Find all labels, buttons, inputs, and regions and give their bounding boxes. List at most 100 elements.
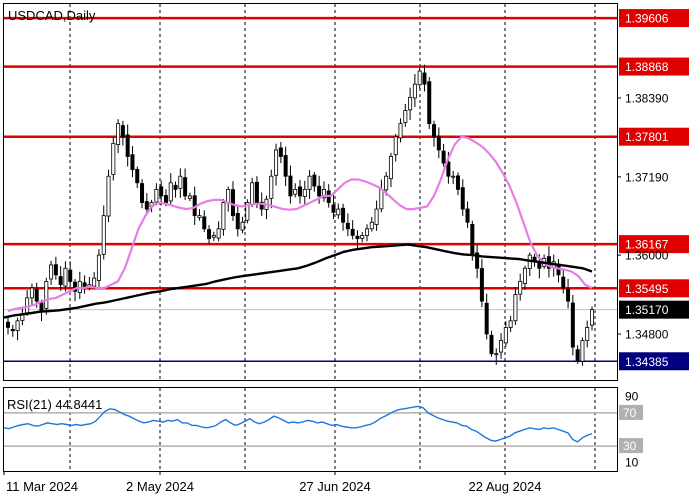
rsi-scale-label: 10 [625, 456, 639, 470]
bull-candle [503, 327, 508, 344]
bear-candle [465, 208, 470, 223]
bear-candle [159, 186, 164, 197]
bear-candle [10, 329, 15, 332]
bear-candle [173, 184, 178, 190]
x-tick-label: 27 Jun 2024 [299, 479, 371, 494]
bear-candle [432, 124, 437, 138]
bull-candle [499, 340, 504, 353]
bear-candle [570, 302, 575, 348]
bull-candle [269, 175, 274, 199]
rsi-title: RSI(21) 44.8441 [7, 397, 102, 412]
y-tick-label: 1.34800 [625, 327, 669, 341]
bear-candle [125, 134, 130, 157]
bear-candle [6, 321, 11, 328]
bull-candle [336, 208, 341, 216]
bull-candle [360, 234, 365, 239]
bull-candle [379, 188, 384, 210]
bull-candle [412, 83, 417, 99]
bear-candle [331, 204, 336, 213]
bull-candle [388, 156, 393, 180]
bull-candle [25, 297, 30, 314]
y-tick-label: 1.36000 [625, 249, 669, 263]
rsi-level-label: 30 [623, 439, 637, 453]
bear-candle [163, 195, 168, 203]
bear-candle [436, 135, 441, 151]
chart-title: USDCAD,Daily [8, 8, 96, 23]
bull-candle [216, 228, 221, 239]
level-label: 1.39606 [625, 12, 669, 26]
bear-candle [283, 155, 288, 177]
bear-candle [297, 186, 302, 197]
bear-candle [345, 222, 350, 230]
level-label: 1.38868 [625, 60, 669, 74]
bull-candle [417, 70, 422, 86]
bull-candle [518, 280, 523, 295]
bear-candle [470, 224, 475, 256]
bear-candle [53, 264, 58, 276]
bear-candle [130, 154, 135, 171]
bull-candle [116, 123, 121, 145]
bear-candle [202, 216, 207, 230]
bull-candle [508, 320, 513, 328]
y-tick-label: 1.37190 [625, 170, 669, 184]
bear-candle [427, 81, 432, 125]
bull-candle [451, 175, 456, 178]
bull-candle [101, 215, 106, 255]
bull-candle [494, 353, 499, 356]
bull-candle [403, 110, 408, 123]
x-tick-label: 22 Aug 2024 [468, 479, 541, 494]
bear-candle [135, 168, 140, 184]
bull-candle [580, 340, 585, 362]
bull-candle [29, 287, 34, 299]
bear-candle [183, 177, 188, 197]
bull-candle [187, 195, 192, 199]
bear-candle [254, 181, 259, 203]
bear-candle [350, 228, 355, 236]
bear-candle [422, 72, 427, 85]
bear-candle [140, 183, 145, 203]
bear-candle [34, 289, 39, 302]
bull-candle [513, 294, 518, 322]
bull-candle [44, 280, 49, 309]
rsi-scale-label: 90 [625, 389, 639, 403]
bull-candle [63, 267, 68, 287]
bull-candle [274, 149, 279, 176]
bear-candle [235, 213, 240, 230]
bull-candle [154, 188, 159, 203]
bull-candle [168, 182, 173, 202]
bull-candle [307, 175, 312, 190]
bear-candle [317, 185, 322, 197]
bull-candle [302, 188, 307, 197]
bear-candle [207, 229, 212, 240]
bear-candle [455, 175, 460, 190]
bear-candle [312, 174, 317, 187]
bear-candle [566, 288, 571, 302]
bull-candle [96, 254, 101, 281]
level-label: 1.35495 [625, 282, 669, 296]
level-label: 1.34385 [625, 355, 669, 369]
bull-candle [369, 221, 374, 230]
bear-candle [120, 125, 125, 138]
bear-candle [39, 302, 44, 312]
bull-candle [15, 320, 20, 332]
bull-candle [398, 123, 403, 139]
bull-candle [197, 215, 202, 218]
bull-candle [585, 327, 590, 341]
y-tick-label: 1.38390 [625, 92, 669, 106]
price-axis-labels: 1.396061.388681.378011.361671.354951.343… [617, 9, 689, 371]
bull-candle [92, 277, 97, 287]
bull-candle [374, 208, 379, 225]
bear-candle [355, 235, 360, 240]
bull-candle [250, 182, 255, 205]
bull-candle [226, 188, 231, 204]
bear-candle [341, 207, 346, 223]
bull-candle [384, 175, 389, 191]
bull-candle [393, 136, 398, 156]
bull-candle [221, 202, 226, 230]
rsi-level-label: 70 [623, 406, 637, 420]
bear-candle [230, 189, 235, 217]
bear-candle [561, 276, 566, 289]
bull-candle [49, 264, 54, 280]
price-panel-frame [3, 3, 618, 381]
bull-candle [293, 188, 298, 195]
